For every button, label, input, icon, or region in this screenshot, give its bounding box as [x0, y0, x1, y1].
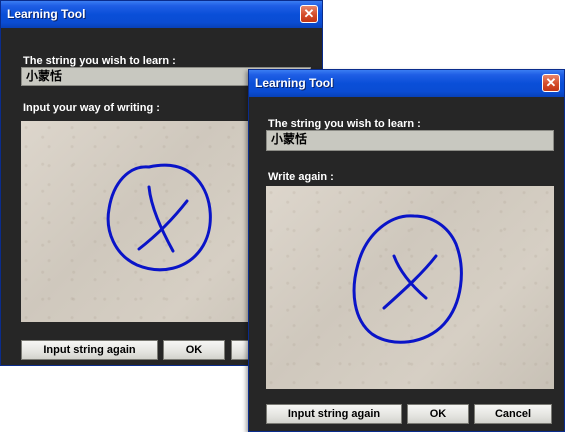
close-icon[interactable]: ✕ — [542, 74, 560, 92]
string-field[interactable]: 小蒙恬 — [266, 130, 554, 151]
title-bar[interactable]: Learning Tool ✕ — [1, 1, 322, 28]
ok-button[interactable]: OK — [407, 404, 469, 424]
title-bar[interactable]: Learning Tool ✕ — [249, 70, 564, 97]
ink-cross-stroke-2 — [137, 199, 189, 251]
input-label: Write again : — [268, 171, 334, 183]
input-string-again-button[interactable]: Input string again — [21, 340, 158, 360]
string-label: The string you wish to learn : — [268, 118, 421, 130]
string-label: The string you wish to learn : — [23, 55, 176, 67]
handwriting-pad[interactable] — [266, 186, 554, 389]
cancel-button[interactable]: Cancel — [474, 404, 552, 424]
ink-cross-stroke-1 — [392, 254, 428, 300]
close-icon[interactable]: ✕ — [300, 5, 318, 23]
input-string-again-button[interactable]: Input string again — [266, 404, 402, 424]
input-label: Input your way of writing : — [23, 102, 160, 114]
ok-button[interactable]: OK — [163, 340, 225, 360]
window-title: Learning Tool — [7, 7, 86, 21]
ink-circle-stroke — [106, 163, 212, 272]
window-title: Learning Tool — [255, 76, 334, 90]
handwriting-strokes — [352, 214, 463, 344]
learning-tool-window-front: Learning Tool ✕ The string you wish to l… — [248, 69, 565, 432]
ink-cross-stroke-1 — [147, 185, 175, 253]
